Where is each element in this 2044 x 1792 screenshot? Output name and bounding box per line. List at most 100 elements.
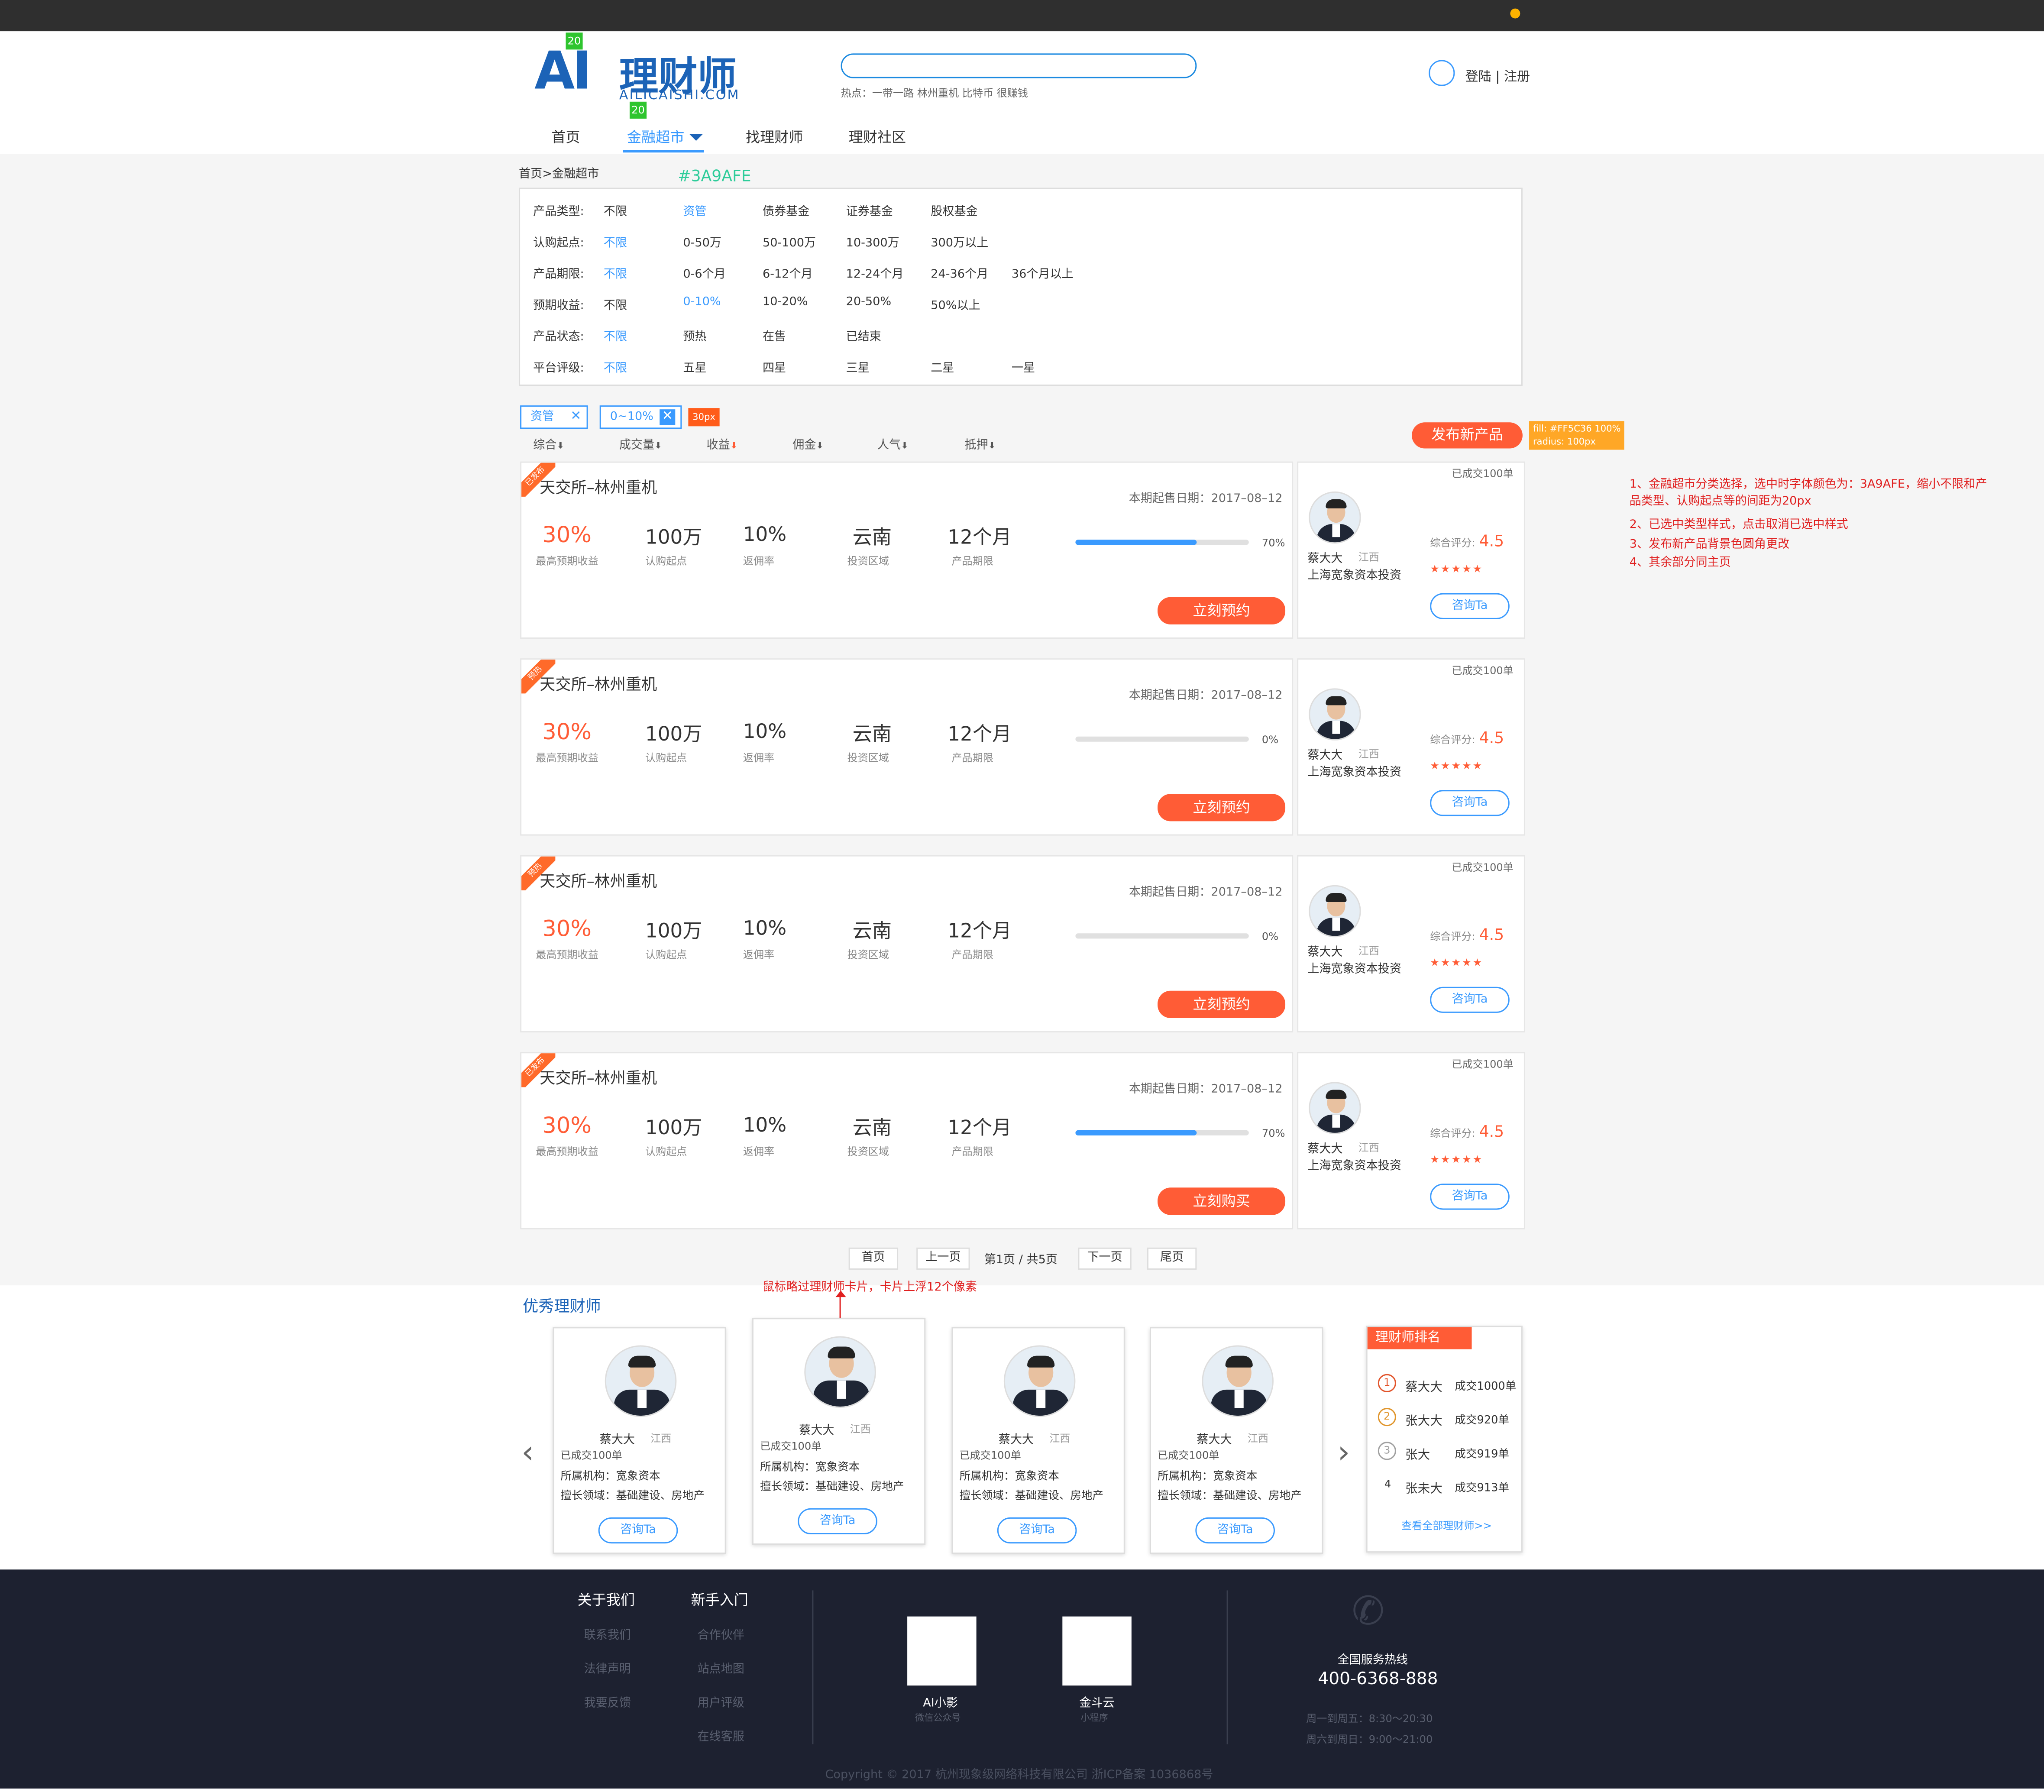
nav-advisors[interactable]: 找理财师 xyxy=(746,126,803,147)
breadcrumb[interactable]: 首页>金融超市 xyxy=(519,164,599,181)
reserve-button[interactable]: 立刻购买 xyxy=(1158,1187,1286,1215)
consult-button[interactable]: 咨询Ta xyxy=(1430,790,1510,816)
footer-link[interactable]: 法律声明 xyxy=(584,1659,631,1676)
consult-button[interactable]: 咨询Ta xyxy=(997,1517,1077,1544)
filter-option[interactable]: 二星 xyxy=(931,359,954,375)
selected-tag[interactable]: 0~10% ✕ xyxy=(599,405,682,429)
filter-option[interactable]: 债券基金 xyxy=(763,202,809,219)
advisor-name[interactable]: 蔡大大 xyxy=(1307,549,1342,566)
consult-button[interactable]: 咨询Ta xyxy=(1430,593,1510,619)
hotline-number[interactable]: 400-6368-888 xyxy=(1318,1670,1438,1689)
search-input[interactable] xyxy=(841,53,1197,78)
footer-link[interactable]: 在线客服 xyxy=(697,1727,744,1744)
filter-option[interactable]: 10-20% xyxy=(763,296,808,309)
filter-option[interactable]: 不限 xyxy=(604,202,627,219)
filter-option[interactable]: 不限 xyxy=(604,296,627,313)
nav-market[interactable]: 金融超市 xyxy=(627,126,684,147)
pager-next[interactable]: 下一页 xyxy=(1078,1247,1132,1270)
sort-option[interactable]: 抵押⬇ xyxy=(965,435,996,452)
close-icon[interactable]: ✕ xyxy=(660,409,676,425)
consult-button[interactable]: 咨询Ta xyxy=(1195,1517,1275,1544)
product-title[interactable]: 天交所–林州重机 xyxy=(540,673,657,695)
consult-button[interactable]: 咨询Ta xyxy=(598,1517,678,1544)
footer-link[interactable]: 用户评级 xyxy=(697,1693,744,1710)
reserve-button[interactable]: 立刻预约 xyxy=(1158,597,1286,624)
product-title[interactable]: 天交所–林州重机 xyxy=(540,476,657,498)
footer-link[interactable]: 站点地图 xyxy=(697,1659,744,1676)
filter-option[interactable]: 三星 xyxy=(846,359,870,375)
filter-option[interactable]: 证券基金 xyxy=(846,202,893,219)
footer-link[interactable]: 联系我们 xyxy=(584,1626,631,1643)
filter-option[interactable]: 50%以上 xyxy=(931,296,980,313)
product-card[interactable]: 预热 天交所–林州重机 本期起售日期：2017–08–12 30% 最高预期收益 100万… xyxy=(520,658,1525,836)
filter-option[interactable]: 在售 xyxy=(763,327,786,344)
footer-link[interactable]: 合作伙伴 xyxy=(697,1626,744,1643)
selected-tag[interactable]: 资管 ✕ xyxy=(520,405,588,429)
user-icon[interactable] xyxy=(1429,60,1455,86)
product-card[interactable]: 预热 天交所–林州重机 本期起售日期：2017–08–12 30% 最高预期收益 100万… xyxy=(520,855,1525,1033)
chevron-down-icon[interactable] xyxy=(689,134,703,141)
filter-option[interactable]: 300万以上 xyxy=(931,233,988,250)
chevron-right-icon[interactable]: › xyxy=(1337,1434,1350,1470)
sort-option[interactable]: 佣金⬇ xyxy=(792,435,824,452)
filter-option[interactable]: 四星 xyxy=(763,359,786,375)
product-title[interactable]: 天交所–林州重机 xyxy=(540,1066,657,1088)
hot-keywords[interactable]: 热点：一带一路 林州重机 比特币 很赚钱 xyxy=(841,86,1028,100)
filter-option[interactable]: 已结束 xyxy=(846,327,881,344)
sort-option[interactable]: 收益⬇ xyxy=(707,435,738,452)
login-register-link[interactable]: 登陆 | 注册 xyxy=(1465,65,1530,85)
filter-option[interactable]: 12-24个月 xyxy=(846,265,904,281)
filter-option[interactable]: 36个月以上 xyxy=(1012,265,1074,281)
product-title[interactable]: 天交所–林州重机 xyxy=(540,870,657,892)
filter-option[interactable]: 不限 xyxy=(604,233,627,250)
sort-option[interactable]: 人气⬇ xyxy=(877,435,909,452)
nav-community[interactable]: 理财社区 xyxy=(849,126,906,147)
footer-link[interactable]: 我要反馈 xyxy=(584,1693,631,1710)
filter-option[interactable]: 不限 xyxy=(604,359,627,375)
filter-option[interactable]: 50-100万 xyxy=(763,233,816,250)
avatar[interactable] xyxy=(1309,688,1361,741)
sort-option[interactable]: 综合⬇ xyxy=(533,435,564,452)
advisor-card[interactable]: 蔡大大 江西 已成交100单 所属机构：宽象资本 擅长领域：基础建设、房地产 咨询Ta xyxy=(951,1327,1125,1554)
filter-option[interactable]: 24-36个月 xyxy=(931,265,988,281)
filter-option[interactable]: 6-12个月 xyxy=(763,265,813,281)
filter-option[interactable]: 一星 xyxy=(1012,359,1035,375)
reserve-button[interactable]: 立刻预约 xyxy=(1158,794,1286,822)
nav-home[interactable]: 首页 xyxy=(551,126,580,147)
pager-prev[interactable]: 上一页 xyxy=(916,1247,970,1270)
filter-option[interactable]: 0-10% xyxy=(683,296,721,309)
filter-option[interactable]: 股权基金 xyxy=(931,202,977,219)
advisor-card[interactable]: 蔡大大 江西 已成交100单 所属机构：宽象资本 擅长领域：基础建设、房地产 咨询Ta xyxy=(752,1318,926,1545)
close-icon[interactable]: ✕ xyxy=(570,410,581,424)
chevron-left-icon[interactable]: ‹ xyxy=(521,1434,534,1470)
filter-option[interactable]: 20-50% xyxy=(846,296,892,309)
consult-button[interactable]: 咨询Ta xyxy=(1430,1184,1510,1210)
avatar[interactable] xyxy=(1309,885,1361,938)
pager-last[interactable]: 尾页 xyxy=(1147,1247,1197,1270)
consult-button[interactable]: 咨询Ta xyxy=(1430,987,1510,1013)
reserve-button[interactable]: 立刻预约 xyxy=(1158,990,1286,1018)
view-all-link[interactable]: 查看全部理财师>> xyxy=(1401,1519,1492,1533)
sort-option[interactable]: 成交量⬇ xyxy=(619,435,662,452)
bell-icon[interactable]: ● xyxy=(1510,7,1523,21)
filter-option[interactable]: 10-300万 xyxy=(846,233,899,250)
filter-option[interactable]: 五星 xyxy=(683,359,706,375)
advisor-name[interactable]: 蔡大大 xyxy=(1307,746,1342,763)
logo-ai[interactable]: AI xyxy=(534,42,592,101)
publish-product-button[interactable]: 发布新产品 xyxy=(1412,422,1523,449)
filter-option[interactable]: 0-6个月 xyxy=(683,265,725,281)
product-card[interactable]: 已发布 天交所–林州重机 本期起售日期：2017–08–12 30% 最高预期收益 100… xyxy=(520,461,1525,639)
filter-option[interactable]: 资管 xyxy=(683,202,706,219)
advisor-card[interactable]: 蔡大大 江西 已成交100单 所属机构：宽象资本 擅长领域：基础建设、房地产 咨询Ta xyxy=(1149,1327,1323,1554)
advisor-name[interactable]: 蔡大大 xyxy=(1307,1139,1342,1156)
avatar[interactable] xyxy=(1309,491,1361,544)
avatar[interactable] xyxy=(1309,1082,1361,1134)
advisor-name[interactable]: 蔡大大 xyxy=(1307,942,1342,959)
pager-first[interactable]: 首页 xyxy=(848,1247,899,1270)
advisor-card[interactable]: 蔡大大 江西 已成交100单 所属机构：宽象资本 擅长领域：基础建设、房地产 咨询Ta xyxy=(553,1327,726,1554)
filter-option[interactable]: 不限 xyxy=(604,327,627,344)
consult-button[interactable]: 咨询Ta xyxy=(798,1508,877,1535)
filter-option[interactable]: 不限 xyxy=(604,265,627,281)
filter-option[interactable]: 0-50万 xyxy=(683,233,721,250)
filter-option[interactable]: 预热 xyxy=(683,327,706,344)
